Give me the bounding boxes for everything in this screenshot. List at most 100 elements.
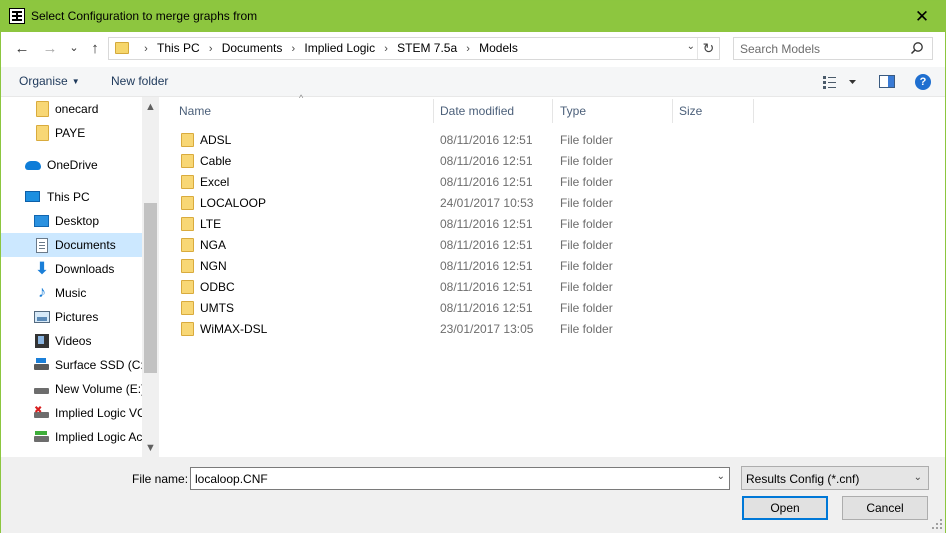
file-name: NGA bbox=[200, 238, 227, 252]
scrollbar-thumb[interactable] bbox=[144, 203, 157, 373]
folder-icon bbox=[115, 42, 129, 54]
file-date: 08/11/2016 12:51 bbox=[440, 154, 533, 168]
list-item[interactable]: ADSL 08/11/2016 12:51 File folder bbox=[171, 129, 771, 150]
breadcrumb-this-pc[interactable]: This PC bbox=[155, 41, 202, 55]
refresh-icon[interactable]: ↻ bbox=[697, 38, 719, 59]
close-button[interactable]: ✕ bbox=[899, 1, 945, 32]
search-input[interactable] bbox=[740, 41, 900, 57]
breadcrumb-documents[interactable]: Documents bbox=[220, 41, 285, 55]
list-item[interactable]: UMTS 08/11/2016 12:51 File folder bbox=[171, 297, 771, 318]
nav-item-new-volume[interactable]: New Volume (E:) bbox=[1, 377, 142, 401]
chevron-right-icon[interactable]: › bbox=[284, 43, 302, 55]
nav-item-videos[interactable]: Videos bbox=[1, 329, 142, 353]
back-arrow-icon[interactable]: ← bbox=[13, 40, 31, 58]
cancel-button[interactable]: Cancel bbox=[842, 496, 928, 520]
list-item[interactable]: WiMAX-DSL 23/01/2017 13:05 File folder bbox=[171, 318, 771, 339]
breadcrumb-models[interactable]: Models bbox=[477, 41, 520, 55]
help-icon[interactable]: ? bbox=[915, 74, 931, 90]
column-header-date-modified[interactable]: Date modified bbox=[434, 99, 552, 123]
list-item[interactable]: NGA 08/11/2016 12:51 File folder bbox=[171, 234, 771, 255]
file-name-combobox[interactable]: ⌄ bbox=[190, 467, 730, 490]
nav-item-implied-logic-vc[interactable]: Implied Logic VC bbox=[1, 401, 142, 425]
resize-grip-icon[interactable] bbox=[932, 519, 942, 529]
pictures-icon bbox=[34, 311, 50, 323]
preview-pane-icon[interactable] bbox=[879, 75, 895, 88]
nav-item-paye[interactable]: PAYE bbox=[1, 121, 142, 145]
view-options-icon[interactable] bbox=[823, 75, 857, 89]
scroll-up-icon[interactable]: ▲ bbox=[142, 99, 159, 116]
scroll-down-icon[interactable]: ▼ bbox=[142, 440, 159, 457]
nav-item-desktop[interactable]: Desktop bbox=[1, 209, 142, 233]
breadcrumb-stem[interactable]: STEM 7.5a bbox=[395, 41, 459, 55]
file-type: File folder bbox=[560, 196, 613, 210]
network-drive-disconnected-icon bbox=[34, 406, 49, 418]
chevron-right-icon[interactable]: › bbox=[377, 43, 395, 55]
videos-icon bbox=[35, 334, 49, 348]
up-arrow-icon[interactable]: ↑ bbox=[86, 40, 104, 58]
file-name-input[interactable] bbox=[195, 471, 695, 487]
nav-item-music[interactable]: ♪ Music bbox=[1, 281, 142, 305]
list-item[interactable]: LOCALOOP 24/01/2017 10:53 File folder bbox=[171, 192, 771, 213]
file-name: LOCALOOP bbox=[200, 196, 267, 210]
recent-locations-chevron-icon[interactable]: ⌄ bbox=[65, 39, 83, 57]
breadcrumb-implied-logic[interactable]: Implied Logic bbox=[302, 41, 377, 55]
file-type-value: Results Config (*.cnf) bbox=[746, 472, 860, 486]
column-divider[interactable] bbox=[753, 99, 754, 123]
folder-icon bbox=[181, 322, 194, 336]
column-divider[interactable] bbox=[552, 99, 553, 123]
nav-item-documents[interactable]: Documents bbox=[1, 233, 142, 257]
chevron-right-icon[interactable]: › bbox=[137, 43, 155, 55]
file-type-select[interactable]: Results Config (*.cnf) ⌄ bbox=[741, 466, 929, 490]
address-bar[interactable]: › This PC › Documents › Implied Logic › STEM 7.… bbox=[108, 37, 720, 60]
list-item[interactable]: NGN 08/11/2016 12:51 File folder bbox=[171, 255, 771, 276]
search-box[interactable] bbox=[733, 37, 933, 60]
title-bar[interactable]: Select Configuration to merge graphs fro… bbox=[1, 1, 945, 32]
folder-icon bbox=[181, 196, 194, 210]
file-type: File folder bbox=[560, 301, 613, 315]
forward-arrow-icon[interactable]: → bbox=[41, 40, 59, 58]
file-name: LTE bbox=[200, 217, 222, 231]
list-item[interactable]: ODBC 08/11/2016 12:51 File folder bbox=[171, 276, 771, 297]
list-item[interactable]: Excel 08/11/2016 12:51 File folder bbox=[171, 171, 771, 192]
folder-icon bbox=[36, 101, 49, 117]
file-type: File folder bbox=[560, 217, 613, 231]
file-date: 08/11/2016 12:51 bbox=[440, 175, 533, 189]
address-dropdown-chevron-icon[interactable]: ⌄ bbox=[687, 41, 695, 52]
new-folder-button[interactable]: New folder bbox=[111, 74, 168, 88]
nav-item-pictures[interactable]: Pictures bbox=[1, 305, 142, 329]
nav-item-onedrive[interactable]: OneDrive bbox=[1, 153, 142, 177]
nav-item-this-pc[interactable]: This PC bbox=[1, 185, 142, 209]
drive-icon bbox=[34, 388, 49, 394]
nav-item-label: Videos bbox=[55, 334, 92, 348]
chevron-right-icon[interactable]: › bbox=[459, 43, 477, 55]
nav-item-downloads[interactable]: ⬇ Downloads bbox=[1, 257, 142, 281]
nav-item-label: Downloads bbox=[55, 262, 115, 276]
organise-label: Organise bbox=[19, 74, 68, 88]
nav-item-label: New Volume (E:) bbox=[55, 382, 142, 396]
file-name: Excel bbox=[200, 175, 230, 189]
search-icon[interactable] bbox=[910, 41, 924, 55]
list-item[interactable]: Cable 08/11/2016 12:51 File folder bbox=[171, 150, 771, 171]
folder-icon bbox=[181, 175, 194, 189]
file-type: File folder bbox=[560, 238, 613, 252]
chevron-down-icon[interactable]: ⌄ bbox=[717, 471, 725, 482]
file-name: WiMAX-DSL bbox=[200, 322, 268, 336]
column-header-type[interactable]: Type bbox=[554, 99, 672, 123]
file-type: File folder bbox=[560, 154, 613, 168]
folder-icon bbox=[36, 125, 49, 141]
folder-icon bbox=[181, 133, 194, 147]
file-date: 08/11/2016 12:51 bbox=[440, 280, 533, 294]
nav-item-label: Surface SSD (C:) bbox=[55, 358, 148, 372]
organise-button[interactable]: Organise ▼ bbox=[19, 74, 80, 88]
column-header-size[interactable]: Size bbox=[673, 99, 753, 123]
nav-item-onecard[interactable]: onecard bbox=[1, 97, 142, 121]
list-item[interactable]: LTE 08/11/2016 12:51 File folder bbox=[171, 213, 771, 234]
computer-icon bbox=[25, 191, 40, 202]
nav-item-label: PAYE bbox=[55, 126, 86, 140]
chevron-right-icon[interactable]: › bbox=[202, 43, 220, 55]
open-button[interactable]: Open bbox=[742, 496, 828, 520]
nav-item-surface-ssd[interactable]: Surface SSD (C:) bbox=[1, 353, 148, 377]
column-header-name[interactable]: Name bbox=[173, 99, 433, 123]
nav-item-implied-logic-ac[interactable]: Implied Logic Ac bbox=[1, 425, 142, 449]
nav-pane-scrollbar[interactable]: ▲ ▼ bbox=[142, 97, 159, 457]
